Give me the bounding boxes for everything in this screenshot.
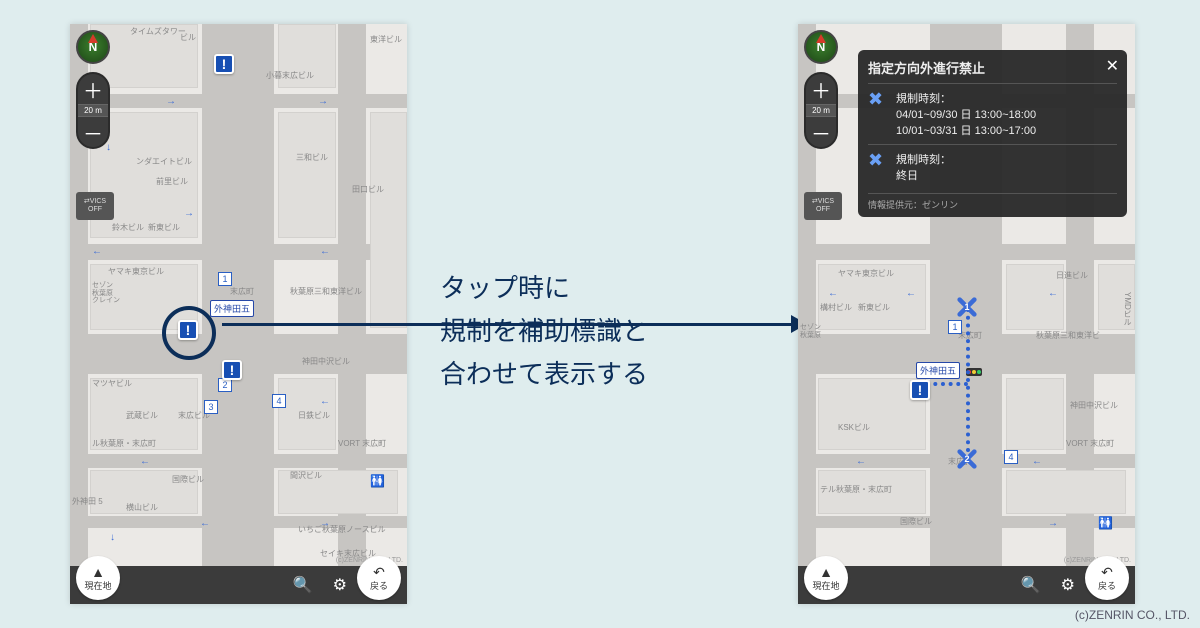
map-label: マツヤビル	[92, 378, 132, 389]
zoom-in-button[interactable]: ＋	[78, 74, 108, 104]
popup-footer: 情報提供元：ゼンリン	[868, 193, 1117, 211]
map-label: 構村ビル	[820, 302, 852, 313]
map-label: 日進ビル	[1056, 270, 1088, 281]
popup-row-value: 04/01~09/30 日 13:00~18:00	[896, 106, 1036, 122]
compass-button[interactable]: N	[804, 30, 838, 64]
map-label: ル秋葉原・末広町	[92, 438, 156, 449]
map-label: 国際ビル	[172, 474, 204, 485]
map-label: 新東ビル	[858, 302, 890, 313]
location-arrow-icon: ▲	[819, 565, 833, 579]
map-label: 末広町	[230, 286, 254, 297]
map-label: 秋葉原三和東洋ビ	[1036, 330, 1100, 341]
map-label: 神田中沢ビル	[302, 356, 350, 367]
map-canvas[interactable]: タイムズタワー ビル 東洋ビル 小暮末広ビル ンダエイトビル 前里ビル 三和ビル…	[70, 24, 407, 604]
map-label: ンダエイトビル	[136, 156, 192, 167]
map-label: 田口ビル	[352, 184, 384, 195]
map-label: いちご秋葉原ノースビル	[298, 524, 386, 535]
map-label: 神田中沢ビル	[1070, 400, 1118, 411]
restriction-x-icon: ✖	[868, 90, 888, 138]
map-label: 秋葉原三和東洋ビル	[290, 286, 362, 297]
regulation-popup: 指定方向外進行禁止 ✕ ✖ 規制時刻： 04/01~09/30 日 13:00~…	[858, 50, 1127, 217]
route-step-4[interactable]: 4	[272, 394, 286, 408]
current-location-button[interactable]: ▲ 現在地	[76, 556, 120, 600]
zoom-scale-label: 20 m	[78, 104, 108, 117]
search-icon[interactable]: 🔍	[1021, 575, 1041, 595]
route-step-3[interactable]: 3	[204, 400, 218, 414]
map-label: 東洋ビル	[370, 34, 402, 45]
explanation-caption: タップ時に 規制を補助標識と 合わせて表示する	[440, 268, 780, 397]
vics-toggle[interactable]: ⇄VICSOFF	[76, 192, 114, 220]
zoom-control: ＋ 20 m －	[804, 72, 838, 149]
zoom-control: ＋ 20 m －	[76, 72, 110, 149]
map-label: YMDビル	[1122, 292, 1133, 326]
map-label: ヤマキ東京ビル	[838, 268, 894, 279]
restriction-x-icon: ✖	[868, 151, 888, 183]
settings-icon[interactable]: ⚙	[1061, 575, 1075, 595]
map-label: 三和ビル	[296, 152, 328, 163]
popup-row-value: 終日	[896, 167, 951, 183]
current-location-button[interactable]: ▲ 現在地	[804, 556, 848, 600]
popup-row-value: 10/01~03/31 日 13:00~17:00	[896, 122, 1036, 138]
map-label: VORT 末広町	[1066, 438, 1114, 449]
map-label: セゾン秋葉原クレイン	[92, 282, 120, 305]
restriction-marker-2[interactable]: 2	[956, 448, 978, 470]
regulation-icon[interactable]	[910, 380, 930, 400]
map-label: タイムズタワー	[130, 26, 186, 37]
intersection-label[interactable]: 外神田五	[916, 362, 960, 379]
map-label: 国際ビル	[900, 516, 932, 527]
zoom-scale-label: 20 m	[806, 104, 836, 117]
route-step-1[interactable]: 1	[948, 320, 962, 334]
map-label: 小暮末広ビル	[266, 70, 314, 81]
bottom-toolbar: ▲ 現在地 🔍 ⚙ ↶ 戻る	[798, 566, 1135, 604]
screenshot-after: ヤマキ東京ビル 日進ビル 構村ビル 新東ビル 秋葉原三和東洋ビ 末広町 神田中沢…	[798, 24, 1135, 604]
compass-button[interactable]: N	[76, 30, 110, 64]
map-label: KSKビル	[838, 422, 870, 433]
location-arrow-icon: ▲	[91, 565, 105, 579]
regulation-icon[interactable]	[222, 360, 242, 380]
arrow-line	[222, 323, 796, 326]
vics-toggle[interactable]: ⇄VICSOFF	[804, 192, 842, 220]
popup-row-label: 規制時刻：	[896, 151, 951, 167]
map-label: 武蔵ビル	[126, 410, 158, 421]
map-label: 日鉄ビル	[298, 410, 330, 421]
map-label: 間沢ビル	[290, 470, 322, 481]
zoom-out-button[interactable]: －	[806, 117, 836, 147]
map-label: 外神田 5	[72, 496, 103, 507]
route-step-1[interactable]: 1	[218, 272, 232, 286]
restriction-marker-1[interactable]: 1	[956, 296, 978, 318]
regulation-icon[interactable]	[214, 54, 234, 74]
undo-icon: ↶	[1101, 565, 1113, 579]
settings-icon[interactable]: ⚙	[333, 575, 347, 595]
map-label: 鈴木ビル	[112, 222, 144, 233]
bottom-toolbar: ▲ 現在地 🔍 ⚙ ↶ 戻る	[70, 566, 407, 604]
zoom-in-button[interactable]: ＋	[806, 74, 836, 104]
popup-title: 指定方向外進行禁止	[868, 58, 1117, 77]
map-label: 横山ビル	[126, 502, 158, 513]
intersection-label[interactable]: 外神田五	[210, 300, 254, 317]
undo-icon: ↶	[373, 565, 385, 579]
popup-row-label: 規制時刻：	[896, 90, 1036, 106]
route-step-2[interactable]: 2	[218, 378, 232, 392]
zoom-out-button[interactable]: －	[78, 117, 108, 147]
back-button[interactable]: ↶ 戻る	[1085, 556, 1129, 600]
map-label: ビル	[180, 32, 196, 43]
map-label: セゾン秋葉原	[800, 324, 821, 339]
page-copyright: (c)ZENRIN CO., LTD.	[1075, 608, 1190, 622]
tap-highlight-ring	[162, 306, 216, 360]
map-label: VORT 末広町	[338, 438, 386, 449]
map-label: 新東ビル	[148, 222, 180, 233]
screenshot-before: タイムズタワー ビル 東洋ビル 小暮末広ビル ンダエイトビル 前里ビル 三和ビル…	[70, 24, 407, 604]
map-label: 前里ビル	[156, 176, 188, 187]
map-label: テル秋葉原・末広町	[820, 484, 892, 495]
route-step-4[interactable]: 4	[1004, 450, 1018, 464]
search-icon[interactable]: 🔍	[293, 575, 313, 595]
back-button[interactable]: ↶ 戻る	[357, 556, 401, 600]
close-icon[interactable]: ✕	[1106, 56, 1119, 76]
map-label: ヤマキ東京ビル	[108, 266, 164, 277]
